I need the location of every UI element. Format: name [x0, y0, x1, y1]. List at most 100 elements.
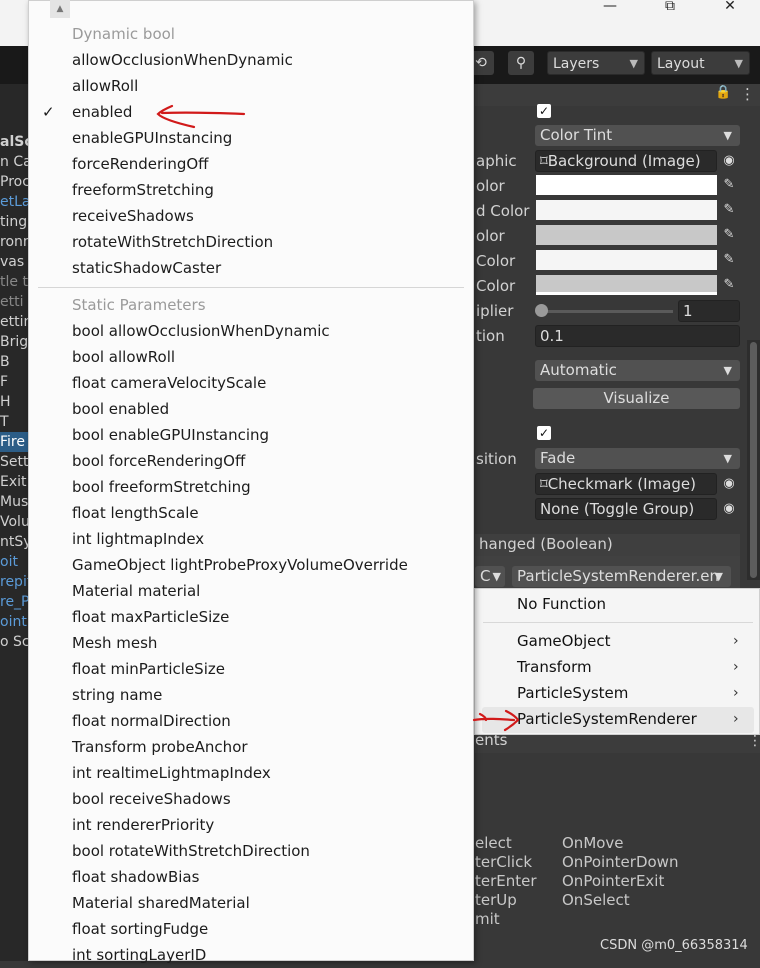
static-menu-item[interactable]: int rendererPriority [72, 812, 214, 838]
dynamic-menu-item[interactable]: allowRoll [72, 73, 138, 99]
static-menu-item[interactable]: bool receiveShadows [72, 786, 231, 812]
hierarchy-item[interactable]: Proc [0, 172, 30, 192]
disabled-color-swatch[interactable] [536, 275, 717, 295]
eyedropper-icon[interactable]: ✎ [718, 200, 740, 220]
static-menu-item[interactable]: int sortingLayerID [72, 942, 206, 968]
hierarchy-item[interactable]: Exit [0, 472, 30, 492]
static-menu-item[interactable]: float sortingFudge [72, 916, 208, 942]
hierarchy-item[interactable]: alSc [0, 132, 30, 152]
hierarchy-item[interactable]: T [0, 412, 30, 432]
object-picker-icon[interactable]: ◉ [718, 474, 740, 494]
context-menu-item[interactable]: ParticleSystem [517, 680, 628, 706]
dynamic-menu-item[interactable]: enabled [72, 99, 132, 125]
toggle-transition-dropdown[interactable]: Fade ▼ [535, 448, 740, 469]
static-menu-item[interactable]: Transform probeAnchor [72, 734, 248, 760]
visualize-button[interactable]: Visualize [533, 388, 740, 409]
pressed-color-swatch[interactable] [536, 225, 717, 245]
layout-dropdown[interactable]: Layout ▼ [651, 51, 750, 75]
multiplier-slider-handle[interactable] [535, 304, 548, 317]
fade-duration-field[interactable]: 0.1 [535, 325, 740, 347]
event-type-item[interactable]: OnPointerExit [562, 872, 664, 890]
close-button[interactable]: ✕ [710, 0, 750, 16]
static-menu-item[interactable]: float normalDirection [72, 708, 231, 734]
eyedropper-icon[interactable]: ✎ [718, 225, 740, 245]
eyedropper-icon[interactable]: ✎ [718, 250, 740, 270]
static-menu-item[interactable]: int realtimeLightmapIndex [72, 760, 271, 786]
highlighted-color-swatch[interactable] [536, 200, 717, 220]
event-type-item[interactable]: OnPointerDown [562, 853, 678, 871]
hierarchy-item[interactable]: Sett [0, 452, 30, 472]
static-menu-item[interactable]: Mesh mesh [72, 630, 157, 656]
hierarchy-item[interactable]: etti [0, 292, 30, 312]
group-field[interactable]: None (Toggle Group) [535, 498, 717, 520]
dynamic-menu-item[interactable]: receiveShadows [72, 203, 194, 229]
event-type-item[interactable]: OnSelect [562, 891, 630, 909]
navigation-dropdown[interactable]: Automatic ▼ [535, 360, 740, 381]
eyedropper-icon[interactable]: ✎ [718, 275, 740, 295]
function-dropdown[interactable]: ParticleSystemRenderer.en ▼ [512, 566, 731, 587]
event-type-item[interactable]: mit [475, 910, 500, 928]
hierarchy-item[interactable]: etting [0, 312, 30, 332]
static-menu-item[interactable]: Material material [72, 578, 200, 604]
more-icon[interactable]: ⋮ [740, 85, 755, 103]
event-type-item[interactable]: OnMove [562, 834, 624, 852]
hierarchy-item[interactable]: n Ca [0, 152, 30, 172]
context-menu-item[interactable]: Transform [517, 654, 592, 680]
hierarchy-item[interactable]: repit [0, 572, 30, 592]
event-type-item[interactable]: elect [475, 834, 512, 852]
hierarchy-item[interactable]: o Sc [0, 632, 30, 652]
hierarchy-item[interactable]: Fire [0, 432, 30, 452]
hierarchy-item[interactable]: H [0, 392, 30, 412]
object-picker-icon[interactable]: ◉ [718, 151, 740, 171]
hierarchy-item[interactable]: vas [0, 252, 30, 272]
static-menu-item[interactable]: bool allowOcclusionWhenDynamic [72, 318, 330, 344]
maximize-button[interactable]: ⧉ [650, 0, 690, 16]
dynamic-menu-item[interactable]: staticShadowCaster [72, 255, 221, 281]
more-icon[interactable]: ⋮ [748, 733, 760, 749]
hierarchy-item[interactable]: F [0, 372, 30, 392]
dynamic-menu-item[interactable]: allowOcclusionWhenDynamic [72, 47, 293, 73]
static-menu-item[interactable]: bool forceRenderingOff [72, 448, 245, 474]
static-menu-item[interactable]: string name [72, 682, 162, 708]
hierarchy-item[interactable]: oint [0, 612, 30, 632]
selected-color-swatch[interactable] [536, 250, 717, 270]
hierarchy-item[interactable]: Mus [0, 492, 30, 512]
context-item-no-function[interactable]: No Function [517, 591, 606, 617]
transition-dropdown[interactable]: Color Tint ▼ [535, 125, 740, 146]
hierarchy-item[interactable]: re_P [0, 592, 30, 612]
hierarchy-item[interactable]: ting [0, 212, 30, 232]
graphic-field[interactable]: ⌑Checkmark (Image) [535, 473, 717, 495]
dynamic-menu-item[interactable]: freeformStretching [72, 177, 214, 203]
hierarchy-item[interactable]: B [0, 352, 30, 372]
scrollbar-thumb[interactable] [750, 342, 757, 578]
event-type-item[interactable]: terEnter [475, 872, 537, 890]
event-type-item[interactable]: terClick [475, 853, 532, 871]
layers-dropdown[interactable]: Layers ▼ [547, 51, 645, 75]
dynamic-menu-item[interactable]: forceRenderingOff [72, 151, 209, 177]
hierarchy-item[interactable]: ntSy [0, 532, 30, 552]
static-menu-item[interactable]: int lightmapIndex [72, 526, 204, 552]
static-menu-item[interactable]: bool allowRoll [72, 344, 175, 370]
normal-color-swatch[interactable] [536, 175, 717, 195]
minimize-button[interactable]: — [590, 0, 630, 16]
static-menu-item[interactable]: float maxParticleSize [72, 604, 229, 630]
scroll-up-arrow-icon[interactable]: ▲ [50, 0, 70, 18]
lock-icon[interactable]: 🔒 [715, 85, 731, 100]
multiplier-slider-track[interactable] [541, 310, 673, 313]
static-menu-item[interactable]: float cameraVelocityScale [72, 370, 266, 396]
hierarchy-item[interactable]: Volu [0, 512, 30, 532]
hierarchy-item[interactable]: ronm [0, 232, 30, 252]
static-menu-item[interactable]: bool rotateWithStretchDirection [72, 838, 310, 864]
object-picker-icon[interactable]: ◉ [718, 499, 740, 519]
search-icon[interactable]: ⚲ [508, 51, 534, 75]
static-menu-item[interactable]: GameObject lightProbeProxyVolumeOverride [72, 552, 408, 578]
runtime-dropdown[interactable]: C ▼ [475, 566, 505, 587]
static-menu-item[interactable]: bool freeformStretching [72, 474, 251, 500]
multiplier-field[interactable]: 1 [678, 300, 740, 322]
event-type-item[interactable]: terUp [475, 891, 517, 909]
dynamic-menu-item[interactable]: rotateWithStretchDirection [72, 229, 273, 255]
static-menu-item[interactable]: float shadowBias [72, 864, 199, 890]
static-menu-item[interactable]: Material sharedMaterial [72, 890, 250, 916]
static-menu-item[interactable]: bool enabled [72, 396, 169, 422]
static-menu-item[interactable]: bool enableGPUInstancing [72, 422, 269, 448]
